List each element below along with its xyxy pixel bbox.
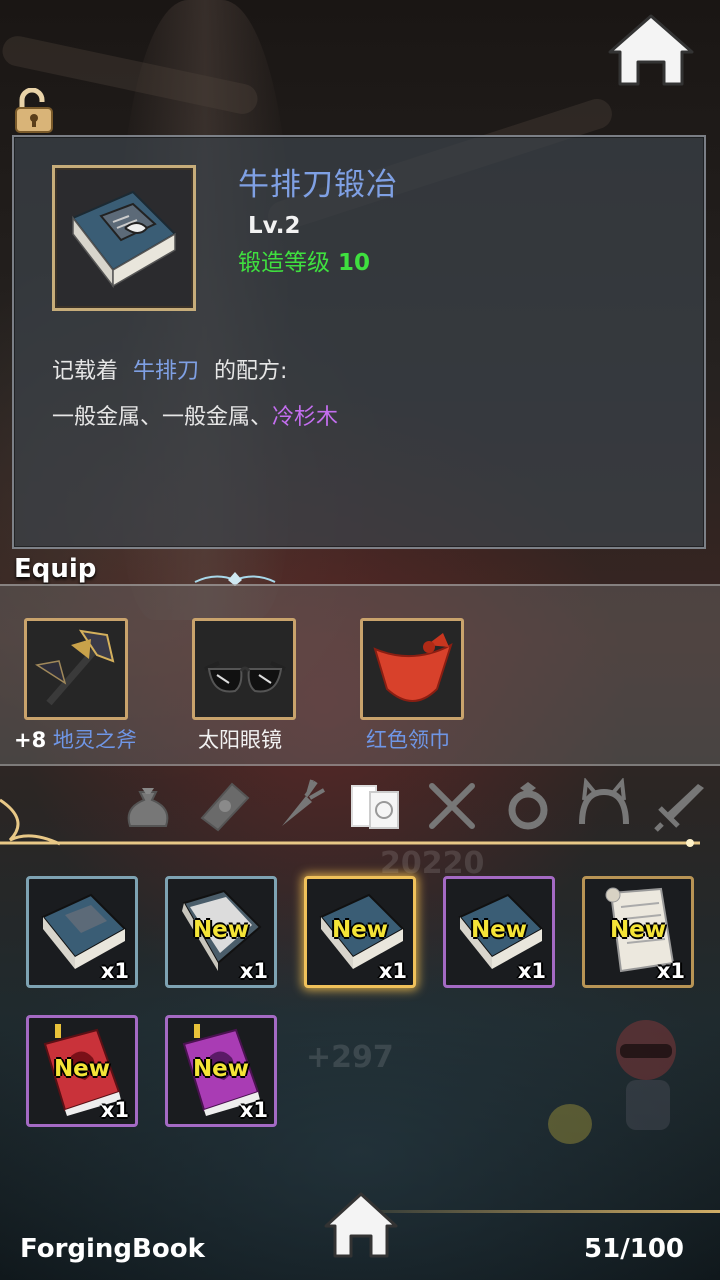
new-badge: New (331, 917, 389, 943)
carrot-icon[interactable] (272, 778, 328, 834)
inventory-slot[interactable]: New x1 (443, 876, 555, 988)
home-button-bottom[interactable] (322, 1190, 400, 1260)
desc-prefix: 记载着 (52, 359, 119, 384)
item-title: 牛排刀锻冶 (238, 167, 398, 203)
equip-name-sunglasses: 太阳眼镜 (198, 724, 282, 754)
new-badge: New (470, 917, 528, 943)
category-tab-bar (0, 770, 720, 846)
chick-silhouette (548, 1104, 592, 1144)
equip-section-label: Equip (14, 554, 97, 584)
desc-suffix: 的配方: (214, 359, 288, 384)
tab-divider (0, 839, 700, 847)
inventory-capacity: 51/100 (584, 1234, 684, 1264)
ring-icon[interactable] (500, 778, 556, 834)
equip-slot-scarf[interactable] (360, 618, 464, 720)
item-count: x1 (656, 959, 685, 983)
item-count: x1 (100, 959, 129, 983)
desc-item-name: 牛排刀 (133, 359, 200, 384)
materials-special: 冷杉木 (272, 405, 339, 430)
inventory-slot[interactable]: New x1 (582, 876, 694, 988)
card-icon[interactable] (196, 778, 252, 834)
item-count: x1 (239, 959, 268, 983)
gold-swirl-ornament (0, 798, 60, 846)
padlock-open-icon (15, 87, 53, 133)
inventory-slot[interactable]: New x1 (165, 1015, 277, 1127)
character-silhouette (616, 1020, 676, 1130)
axe-icon (34, 629, 115, 706)
equip-slot-sunglasses[interactable] (192, 618, 296, 720)
sword-icon[interactable] (652, 778, 708, 834)
equip-name-axe: +8 地灵之斧 (14, 724, 137, 754)
equip-bonus: +8 (14, 728, 47, 752)
equip-item-name: 地灵之斧 (52, 728, 137, 752)
home-icon (608, 14, 694, 86)
home-button[interactable] (606, 12, 696, 88)
books-icon[interactable] (348, 778, 404, 834)
fork-knife-icon[interactable] (424, 778, 480, 834)
inventory-slot[interactable]: New x1 (26, 1015, 138, 1127)
item-count: x1 (239, 1098, 268, 1122)
red-scarf-icon (373, 633, 453, 702)
item-count: x1 (100, 1098, 129, 1122)
item-count: x1 (378, 959, 407, 983)
forge-level-value: 10 (338, 250, 371, 276)
inventory-slot[interactable]: New x1 (165, 876, 277, 988)
inventory-slot[interactable]: x1 (26, 876, 138, 988)
recipe-description: 记载着 牛排刀 的配方: (52, 353, 287, 385)
item-preview-frame (52, 165, 196, 311)
inventory-slot-selected[interactable]: New x1 (304, 876, 416, 988)
sunglasses-icon (204, 661, 286, 693)
unlock-button[interactable] (12, 87, 58, 134)
recipe-book-icon (71, 190, 177, 289)
forge-level-label: 锻造等级 (238, 250, 330, 276)
item-count: x1 (517, 959, 546, 983)
equip-item-name: 太阳眼镜 (198, 728, 282, 752)
equip-item-name: 红色领巾 (366, 728, 450, 752)
home-icon (324, 1192, 398, 1258)
item-level: Lv.2 (248, 213, 301, 239)
item-detail-panel: 牛排刀锻冶 Lv.2 锻造等级 10 记载着 牛排刀 的配方: 一般金属、一般金属… (12, 135, 706, 549)
new-badge: New (609, 917, 667, 943)
equip-slot-axe[interactable] (24, 618, 128, 720)
equip-name-scarf: 红色领巾 (366, 724, 450, 754)
page-title: ForgingBook (20, 1234, 205, 1264)
new-badge: New (192, 917, 250, 943)
forge-level: 锻造等级 10 (238, 243, 370, 277)
footer-divider (360, 1210, 720, 1213)
recipe-materials: 一般金属、一般金属、冷杉木 (52, 399, 338, 431)
background-gain: +297 (306, 1040, 394, 1075)
new-badge: New (53, 1056, 111, 1082)
new-badge: New (192, 1056, 250, 1082)
equip-panel: +8 地灵之斧 太阳眼镜 红色领巾 (0, 584, 720, 766)
headband-icon[interactable] (576, 778, 632, 834)
materials-plain: 一般金属、一般金属、 (52, 405, 273, 430)
bag-icon[interactable] (120, 778, 176, 834)
